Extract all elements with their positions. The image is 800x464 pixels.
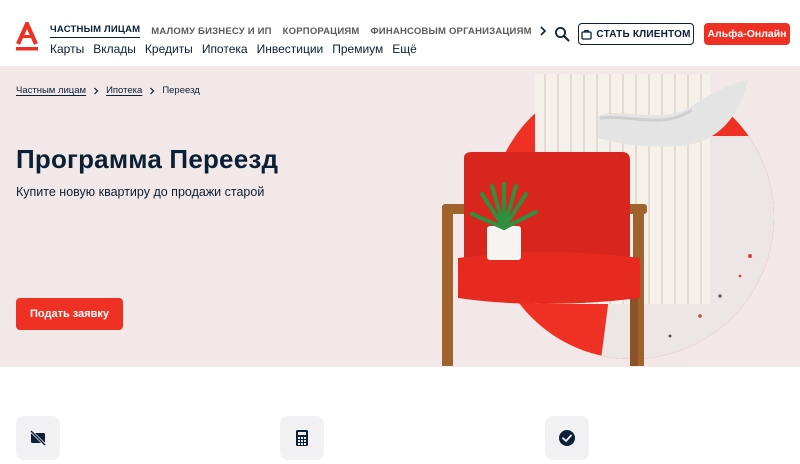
site-header: ЧАСТНЫМ ЛИЦАМ МАЛОМУ БИЗНЕСУ И ИП КОРПОР…: [0, 0, 800, 66]
no-card-icon: [29, 429, 47, 447]
breadcrumb-mortgage[interactable]: Ипотека: [106, 85, 142, 96]
breadcrumb: Частным лицам Ипотека Переезд: [16, 85, 200, 96]
calculator-icon: [296, 430, 308, 446]
briefcase-icon: [581, 29, 593, 40]
alfa-online-label: Альфа-Онлайн: [707, 28, 787, 40]
apply-button[interactable]: Подать заявку: [16, 298, 123, 330]
nav-mortgage[interactable]: Ипотека: [202, 42, 248, 56]
breadcrumb-private[interactable]: Частным лицам: [16, 85, 86, 96]
chevron-right-icon: [94, 87, 99, 94]
search-icon[interactable]: [554, 26, 570, 42]
nav-credits[interactable]: Кредиты: [145, 42, 193, 56]
check-circle-icon: [559, 430, 575, 446]
nav-premium[interactable]: Премиум: [332, 42, 383, 56]
chevron-right-icon: [150, 87, 155, 94]
feature-approval: [545, 416, 589, 460]
breadcrumb-current: Переезд: [162, 85, 200, 96]
nav-more[interactable]: Ещё: [392, 42, 417, 56]
nav-cards[interactable]: Карты: [50, 42, 84, 56]
alfa-online-button[interactable]: Альфа-Онлайн: [704, 23, 790, 45]
segment-private[interactable]: ЧАСТНЫМ ЛИЦАМ: [50, 24, 141, 38]
become-client-button[interactable]: СТАТЬ КЛИЕНТОМ: [578, 23, 694, 45]
segment-financial-orgs[interactable]: ФИНАНСОВЫМ ОРГАНИЗАЦИЯМ: [371, 26, 532, 37]
armchair-illustration: [442, 74, 774, 366]
segment-small-business[interactable]: МАЛОМУ БИЗНЕСУ И ИП: [151, 26, 271, 37]
page-title: Программа Переезд: [16, 144, 279, 174]
nav-investments[interactable]: Инвестиции: [257, 42, 324, 56]
nav-deposits[interactable]: Вклады: [93, 42, 136, 56]
feature-no-card: [16, 416, 60, 460]
main-nav: Карты Вклады Кредиты Ипотека Инвестиции …: [50, 42, 426, 56]
segment-corporations[interactable]: КОРПОРАЦИЯМ: [283, 26, 360, 37]
segment-nav: ЧАСТНЫМ ЛИЦАМ МАЛОМУ БИЗНЕСУ И ИП КОРПОР…: [50, 24, 548, 38]
chevron-right-icon[interactable]: [538, 26, 548, 36]
page-subtitle: Купите новую квартиру до продажи старой: [16, 185, 265, 199]
alfa-logo[interactable]: [14, 22, 40, 52]
hero-banner: Частным лицам Ипотека Переезд Программа …: [0, 66, 800, 367]
feature-calculator: [280, 416, 324, 460]
apply-button-label: Подать заявку: [29, 308, 110, 320]
become-client-label: СТАТЬ КЛИЕНТОМ: [596, 28, 691, 40]
